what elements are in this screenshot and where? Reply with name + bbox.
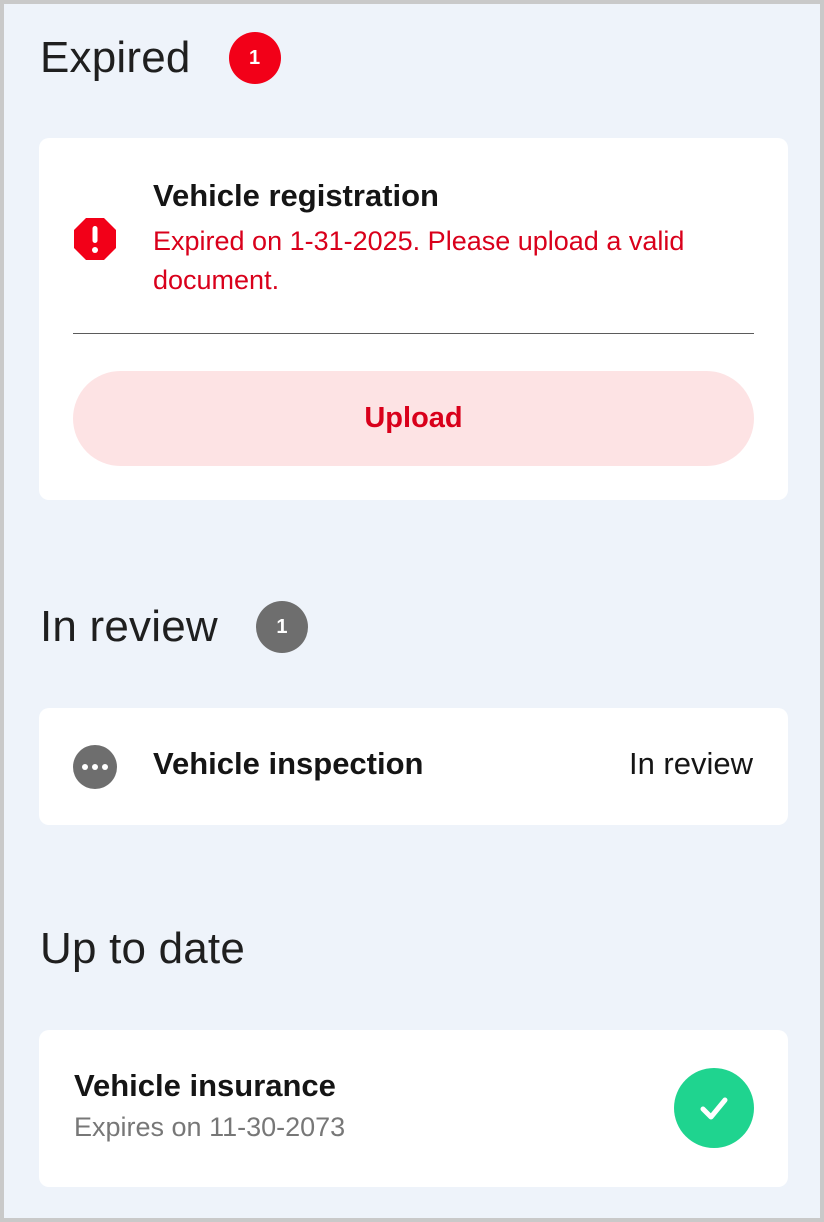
- insurance-title: Vehicle insurance: [74, 1068, 336, 1103]
- documents-screen: Expired 1 Vehicle registration Expired o…: [0, 0, 824, 1222]
- vehicle-insurance-card[interactable]: Vehicle insurance Expires on 11-30-2073: [39, 1030, 788, 1187]
- up-to-date-section-title: Up to date: [40, 924, 246, 973]
- in-review-section-title: In review: [40, 602, 218, 651]
- vehicle-registration-card: Vehicle registration Expired on 1-31-202…: [39, 138, 788, 500]
- insurance-text-block: Vehicle insurance Expires on 11-30-2073: [74, 1068, 345, 1143]
- expired-section-header: Expired 1: [40, 32, 281, 84]
- card-divider: [73, 333, 754, 334]
- expired-section-title: Expired: [40, 33, 191, 82]
- in-review-count-badge: 1: [255, 601, 308, 653]
- insurance-expiry: Expires on 11-30-2073: [74, 1112, 346, 1142]
- inspection-status: In review: [628, 746, 753, 781]
- check-circle-icon: [674, 1068, 754, 1148]
- registration-text-block: Vehicle registration Expired on 1-31-202…: [153, 178, 753, 300]
- in-review-section-header: In review 1: [40, 601, 308, 653]
- registration-title: Vehicle registration: [153, 178, 439, 213]
- vehicle-inspection-card[interactable]: Vehicle inspection In review: [39, 708, 788, 825]
- more-dots-icon: [73, 745, 117, 789]
- upload-button[interactable]: Upload: [73, 371, 754, 466]
- expired-count-badge: 1: [228, 32, 281, 84]
- inspection-title: Vehicle inspection: [153, 746, 424, 781]
- alert-octagon-icon: [74, 218, 116, 260]
- up-to-date-section-header: Up to date: [40, 924, 245, 974]
- registration-error-message: Expired on 1-31-2025. Please upload a va…: [153, 226, 685, 295]
